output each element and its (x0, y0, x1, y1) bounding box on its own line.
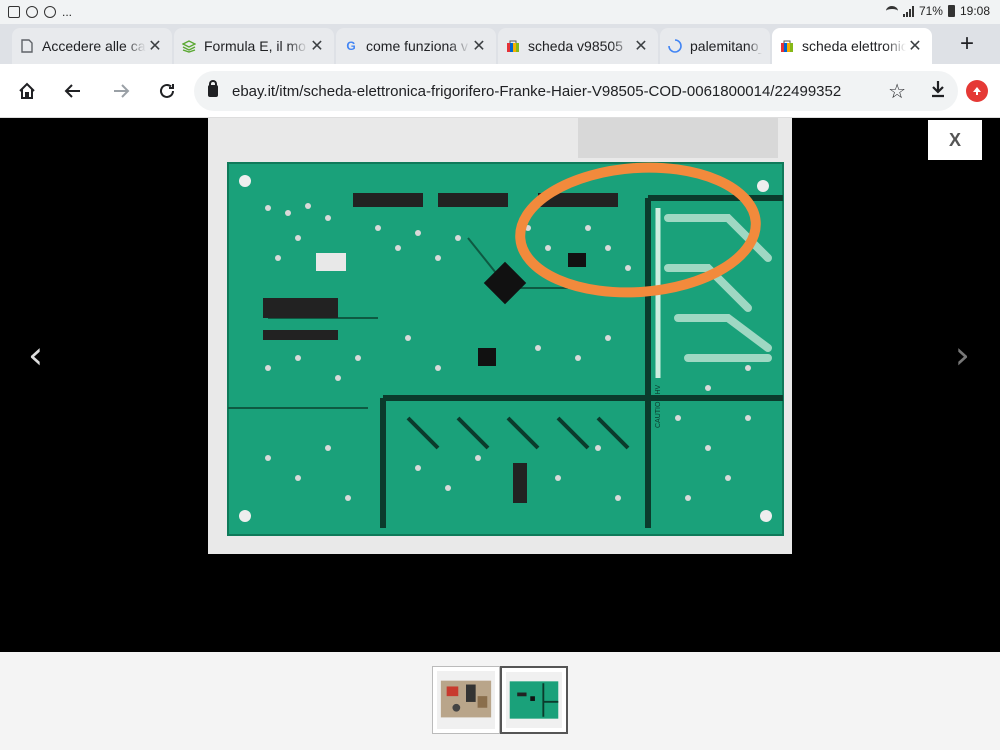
tab-formula-e[interactable]: Formula E, il mo ✕ (174, 28, 334, 64)
tab-title: Accedere alle ca (42, 38, 146, 54)
reload-button[interactable] (152, 76, 182, 106)
previous-image-button[interactable]: ‹ (28, 333, 43, 377)
tab-title: palemitano_ (690, 38, 762, 54)
board-label: CAUTION HV (655, 385, 662, 429)
new-tab-button[interactable]: + (960, 30, 974, 58)
tab-title: Formula E, il mo (204, 38, 306, 54)
google-icon: G (346, 39, 356, 53)
forward-button[interactable] (106, 76, 136, 106)
address-bar[interactable]: ebay.it/itm/scheda-elettronica-frigorife… (194, 71, 958, 111)
reload-icon (160, 83, 174, 98)
close-tab-icon[interactable]: ✕ (308, 36, 326, 56)
close-tab-icon[interactable]: ✕ (632, 36, 650, 56)
close-viewer-button[interactable]: X (928, 120, 982, 160)
sync-icon (44, 6, 56, 18)
battery-icon (947, 5, 955, 17)
tab-scheda-elettronica[interactable]: scheda elettronic ✕ (772, 28, 932, 64)
thumbnail-2[interactable] (500, 666, 568, 734)
browser-toolbar: ebay.it/itm/scheda-elettronica-frigorife… (0, 64, 1000, 118)
tab-accedere[interactable]: Accedere alle ca ✕ (12, 28, 172, 64)
lock-icon (208, 80, 218, 97)
close-tab-icon[interactable]: ✕ (906, 36, 924, 56)
next-image-button[interactable]: › (955, 333, 970, 377)
home-button[interactable] (12, 76, 42, 106)
status-bar: ... 71% 19:08 (0, 0, 1000, 24)
back-button[interactable] (58, 76, 88, 106)
tab-strip: Accedere alle ca ✕ Formula E, il mo ✕ G … (0, 24, 1000, 64)
chevron-right-icon: › (954, 333, 970, 377)
thumbnail-strip (0, 652, 1000, 750)
url-text[interactable]: ebay.it/itm/scheda-elettronica-frigorife… (232, 83, 872, 100)
tab-title: scheda v98505 (528, 38, 623, 54)
status-notifications: ... (8, 5, 72, 19)
ebay-bag-icon (780, 39, 794, 53)
status-system: 71% 19:08 (885, 4, 990, 18)
tab-scheda-v98505[interactable]: scheda v98505 ✕ (498, 28, 658, 64)
tab-title: scheda elettronic (802, 38, 906, 54)
home-icon (19, 82, 35, 99)
account-icon (26, 6, 38, 18)
ebay-bag-icon (506, 39, 520, 53)
bookmark-star-icon[interactable]: ☆ (888, 79, 906, 104)
tab-palemitano[interactable]: palemitano_ (660, 28, 770, 64)
extension-icon[interactable] (966, 80, 988, 102)
layers-icon (182, 39, 196, 53)
chevron-left-icon: ‹ (28, 333, 44, 377)
document-icon (20, 39, 34, 53)
close-tab-icon[interactable]: ✕ (470, 36, 488, 56)
tab-title: come funziona v (366, 38, 468, 54)
close-tab-icon[interactable]: ✕ (146, 36, 164, 56)
more-notifications: ... (62, 5, 73, 19)
gallery-icon (8, 6, 20, 18)
back-arrow-icon (64, 84, 80, 98)
clock: 19:08 (959, 4, 990, 18)
signal-icon (902, 5, 914, 17)
forward-arrow-icon (114, 84, 130, 98)
thumbnail-1[interactable] (432, 666, 500, 734)
tab-google-search[interactable]: G come funziona v ✕ (336, 28, 496, 64)
loading-icon (668, 39, 682, 53)
download-icon[interactable] (930, 80, 946, 103)
product-photo-pcb: CAUTION HV (208, 118, 792, 554)
image-viewer: CAUTION HV ‹ › X (0, 118, 1000, 652)
wifi-icon (885, 6, 898, 16)
battery-percent: 71% (918, 4, 943, 18)
